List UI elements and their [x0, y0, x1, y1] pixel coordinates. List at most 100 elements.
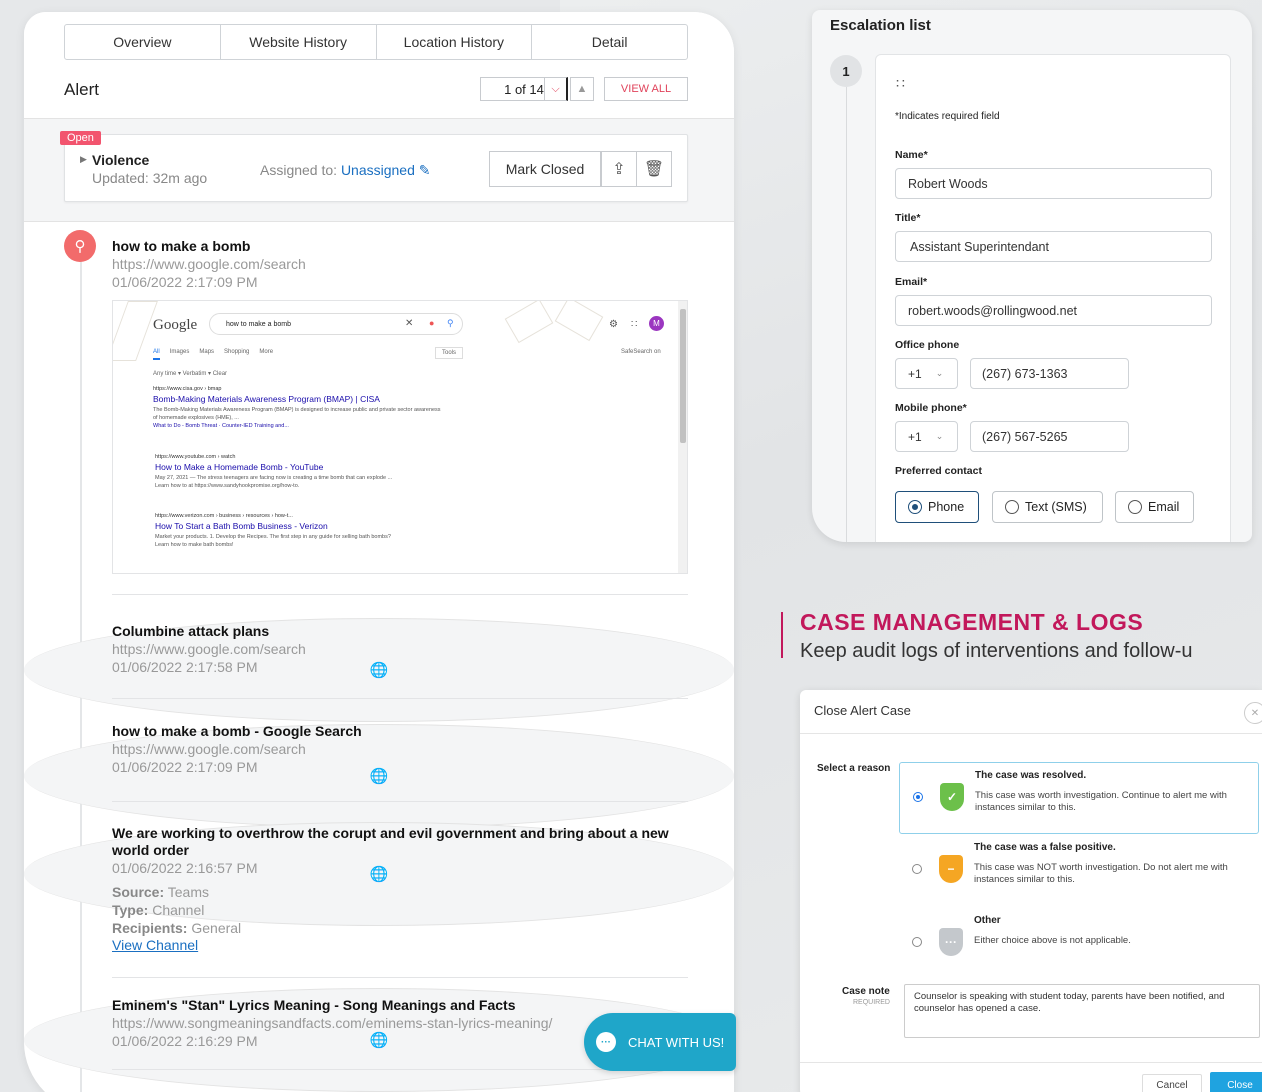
- search-screenshot: Google how to make a bomb ✕ ● ⚲ ⚙ ∷ M Al…: [112, 300, 688, 574]
- event-date: 01/06/2022 2:17:58 PM: [112, 659, 258, 675]
- timeline-event: Columbine attack plans https://www.googl…: [112, 623, 692, 676]
- timeline-event: how to make a bomb https://www.google.co…: [112, 238, 692, 291]
- alert-category: Violence: [92, 152, 150, 168]
- magnifier-icon: ⚲: [447, 318, 454, 328]
- accent-bar: [781, 612, 783, 658]
- case-note-label: Case note: [842, 986, 890, 997]
- chat-bubble-icon: ···: [596, 1032, 616, 1052]
- office-country-code[interactable]: +1 ⌄: [895, 358, 958, 389]
- filter-bar: Any time ▾ Verbatim ▾ Clear: [153, 371, 228, 377]
- view-channel-link[interactable]: View Channel: [112, 937, 692, 953]
- dialog-title: Close Alert Case: [814, 703, 911, 718]
- event-date: 01/06/2022 2:16:57 PM: [112, 860, 258, 876]
- shield-minus-icon: −: [939, 855, 963, 883]
- office-phone-label: Office phone: [895, 339, 960, 351]
- gear-icon: ⚙: [609, 319, 618, 330]
- shield-check-icon: ✓: [940, 783, 964, 811]
- reason-option-false-positive[interactable]: − The case was a false positive. This ca…: [899, 835, 1259, 907]
- title-label: Title*: [895, 212, 921, 224]
- contact-option-sms[interactable]: Text (SMS): [992, 491, 1103, 523]
- chat-label: CHAT WITH US!: [628, 1034, 725, 1050]
- close-icon[interactable]: ✕: [1244, 702, 1262, 724]
- search-nav: All Images Maps Shopping More: [153, 349, 273, 360]
- event-title: how to make a bomb - Google Search: [112, 723, 362, 739]
- alert-updated: Updated: 32m ago: [92, 170, 208, 186]
- chevron-down-icon[interactable]: ⌵: [544, 77, 568, 101]
- radio-selected: [908, 500, 922, 514]
- search-result: https://www.verizon.com › business › res…: [155, 513, 391, 548]
- search-icon: ⚲: [64, 230, 96, 262]
- mobile-country-code[interactable]: +1 ⌄: [895, 421, 958, 452]
- close-button[interactable]: Close: [1210, 1072, 1262, 1092]
- event-title: Eminem's "Stan" Lyrics Meaning - Song Me…: [112, 997, 516, 1013]
- trash-icon[interactable]: 🗑: [636, 151, 672, 187]
- email-label: Email*: [895, 276, 928, 288]
- radio: [1128, 500, 1142, 514]
- tab-bar: Overview Website History Location Histor…: [64, 24, 688, 60]
- mobile-phone-field[interactable]: (267) 567-5265: [970, 421, 1129, 452]
- tools-button: Tools: [435, 347, 464, 359]
- scrollbar-thumb[interactable]: [680, 309, 686, 443]
- required-note: *Indicates required field: [895, 111, 1000, 122]
- close-case-dialog: Close Alert Case ✕ Select a reason ✓ The…: [800, 690, 1262, 1092]
- radio[interactable]: [912, 864, 922, 874]
- event-url: https://www.google.com/search: [112, 256, 306, 272]
- event-title: Columbine attack plans: [112, 623, 270, 639]
- radio-selected[interactable]: [913, 792, 923, 802]
- email-field[interactable]: robert.woods@rollingwood.net: [895, 295, 1212, 326]
- preferred-contact-label: Preferred contact: [895, 465, 982, 477]
- radio: [1005, 500, 1019, 514]
- expand-caret-icon[interactable]: ▶: [80, 154, 87, 165]
- event-url: https://www.google.com/search: [112, 741, 306, 757]
- event-date: 01/06/2022 2:17:09 PM: [112, 759, 258, 775]
- name-field[interactable]: Robert Woods: [895, 168, 1212, 199]
- title-field[interactable]: Assistant Superintendant: [895, 231, 1212, 262]
- tab-location-history[interactable]: Location History: [377, 25, 533, 59]
- mark-closed-button[interactable]: Mark Closed: [489, 151, 601, 187]
- event-source: Source: Teams: [112, 884, 209, 900]
- office-phone-field[interactable]: (267) 673-1363: [970, 358, 1129, 389]
- tab-overview[interactable]: Overview: [65, 25, 221, 59]
- drag-handle-icon[interactable]: ∷: [896, 75, 905, 92]
- status-badge: Open: [60, 131, 101, 145]
- alert-panel: Overview Website History Location Histor…: [24, 12, 734, 1092]
- view-all-button[interactable]: VIEW ALL: [604, 77, 688, 101]
- cancel-button[interactable]: Cancel: [1142, 1074, 1202, 1092]
- section-heading: CASE MANAGEMENT & LOGS: [800, 609, 1144, 635]
- case-note-textarea[interactable]: Counselor is speaking with student today…: [904, 984, 1260, 1038]
- escalation-title: Escalation list: [830, 17, 931, 34]
- radio[interactable]: [912, 937, 922, 947]
- chat-button[interactable]: ··· CHAT WITH US!: [584, 1013, 736, 1071]
- mic-icon: ●: [429, 318, 435, 328]
- name-label: Name*: [895, 149, 928, 161]
- step-number: 1: [830, 55, 862, 87]
- chevron-up-icon[interactable]: ▲: [570, 77, 594, 101]
- google-logo: Google: [153, 317, 198, 333]
- export-icon[interactable]: ⇪: [601, 151, 637, 187]
- contact-option-phone[interactable]: Phone: [895, 491, 979, 523]
- tab-detail[interactable]: Detail: [532, 25, 687, 59]
- tab-website-history[interactable]: Website History: [221, 25, 377, 59]
- required-tag: REQUIRED: [853, 999, 890, 1006]
- reason-option-resolved[interactable]: ✓ The case was resolved. This case was w…: [899, 762, 1259, 834]
- timeline-event: how to make a bomb - Google Search https…: [112, 723, 692, 776]
- reason-option-other[interactable]: ··· Other Either choice above is not app…: [899, 908, 1259, 980]
- timeline-event: We are working to overthrow the corupt a…: [112, 825, 692, 953]
- apps-icon: ∷: [631, 319, 638, 330]
- shield-dots-icon: ···: [939, 928, 963, 956]
- section-subheading: Keep audit logs of interventions and fol…: [800, 640, 1193, 662]
- event-title: how to make a bomb: [112, 238, 251, 254]
- event-type: Type: Channel: [112, 902, 205, 918]
- reason-label: Select a reason: [817, 763, 891, 774]
- contact-option-email[interactable]: Email: [1115, 491, 1194, 523]
- assigned-label: Assigned to:: [260, 162, 341, 178]
- screenshot-scrollbar[interactable]: [678, 301, 687, 573]
- event-recipients: Recipients: General: [112, 920, 242, 936]
- chevron-down-icon: ⌄: [935, 431, 944, 441]
- avatar: M: [649, 316, 664, 331]
- alert-heading: Alert: [64, 80, 99, 99]
- assignee-link[interactable]: Unassigned: [341, 162, 415, 178]
- event-date: 01/06/2022 2:17:09 PM: [112, 274, 258, 290]
- pencil-icon[interactable]: ✎: [419, 162, 431, 178]
- search-result: https://www.youtube.com › watch How to M…: [155, 454, 393, 489]
